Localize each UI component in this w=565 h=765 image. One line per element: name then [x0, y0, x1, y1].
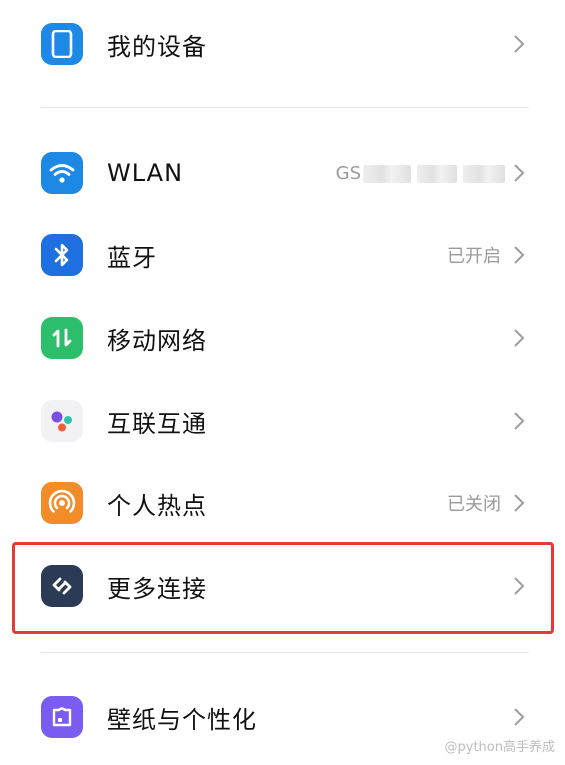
settings-item-label: 个人热点 [107, 491, 207, 520]
wallpaper-icon [41, 696, 83, 738]
settings-item-bluetooth[interactable]: 蓝牙 已开启 [0, 214, 565, 296]
phone-icon [41, 23, 83, 65]
divider [41, 652, 529, 653]
settings-item-label: 壁纸与个性化 [107, 705, 257, 734]
highlight-box [12, 542, 554, 634]
hotspot-status-value: 已关闭 [447, 494, 501, 515]
chevron-right-icon [514, 164, 525, 182]
settings-item-label: 移动网络 [107, 326, 207, 355]
settings-item-interconnect[interactable]: 互联互通 [0, 380, 565, 462]
chevron-right-icon [514, 35, 525, 53]
hotspot-icon [41, 482, 83, 524]
settings-item-label: 互联互通 [107, 409, 207, 438]
settings-item-label: WLAN [107, 159, 184, 187]
interconnect-icon [41, 400, 83, 442]
settings-item-hotspot[interactable]: 个人热点 已关闭 [0, 462, 565, 544]
wifi-icon [41, 152, 83, 194]
watermark: @python高手养成 [444, 740, 555, 755]
chevron-right-icon [514, 412, 525, 430]
settings-item-my-device[interactable]: 我的设备 [0, 3, 565, 85]
divider [41, 107, 529, 108]
chevron-right-icon [514, 708, 525, 726]
chevron-right-icon [514, 329, 525, 347]
settings-item-label: 蓝牙 [107, 243, 157, 272]
chevron-right-icon [514, 246, 525, 264]
settings-item-wlan[interactable]: WLAN GS [0, 132, 565, 214]
bluetooth-icon [41, 234, 83, 276]
wifi-ssid-value: GS [336, 163, 505, 184]
settings-item-label: 我的设备 [107, 32, 207, 61]
chevron-right-icon [514, 494, 525, 512]
bluetooth-status-value: 已开启 [447, 246, 501, 267]
settings-item-mobile-network[interactable]: 移动网络 [0, 297, 565, 379]
mobile-data-icon [41, 317, 83, 359]
